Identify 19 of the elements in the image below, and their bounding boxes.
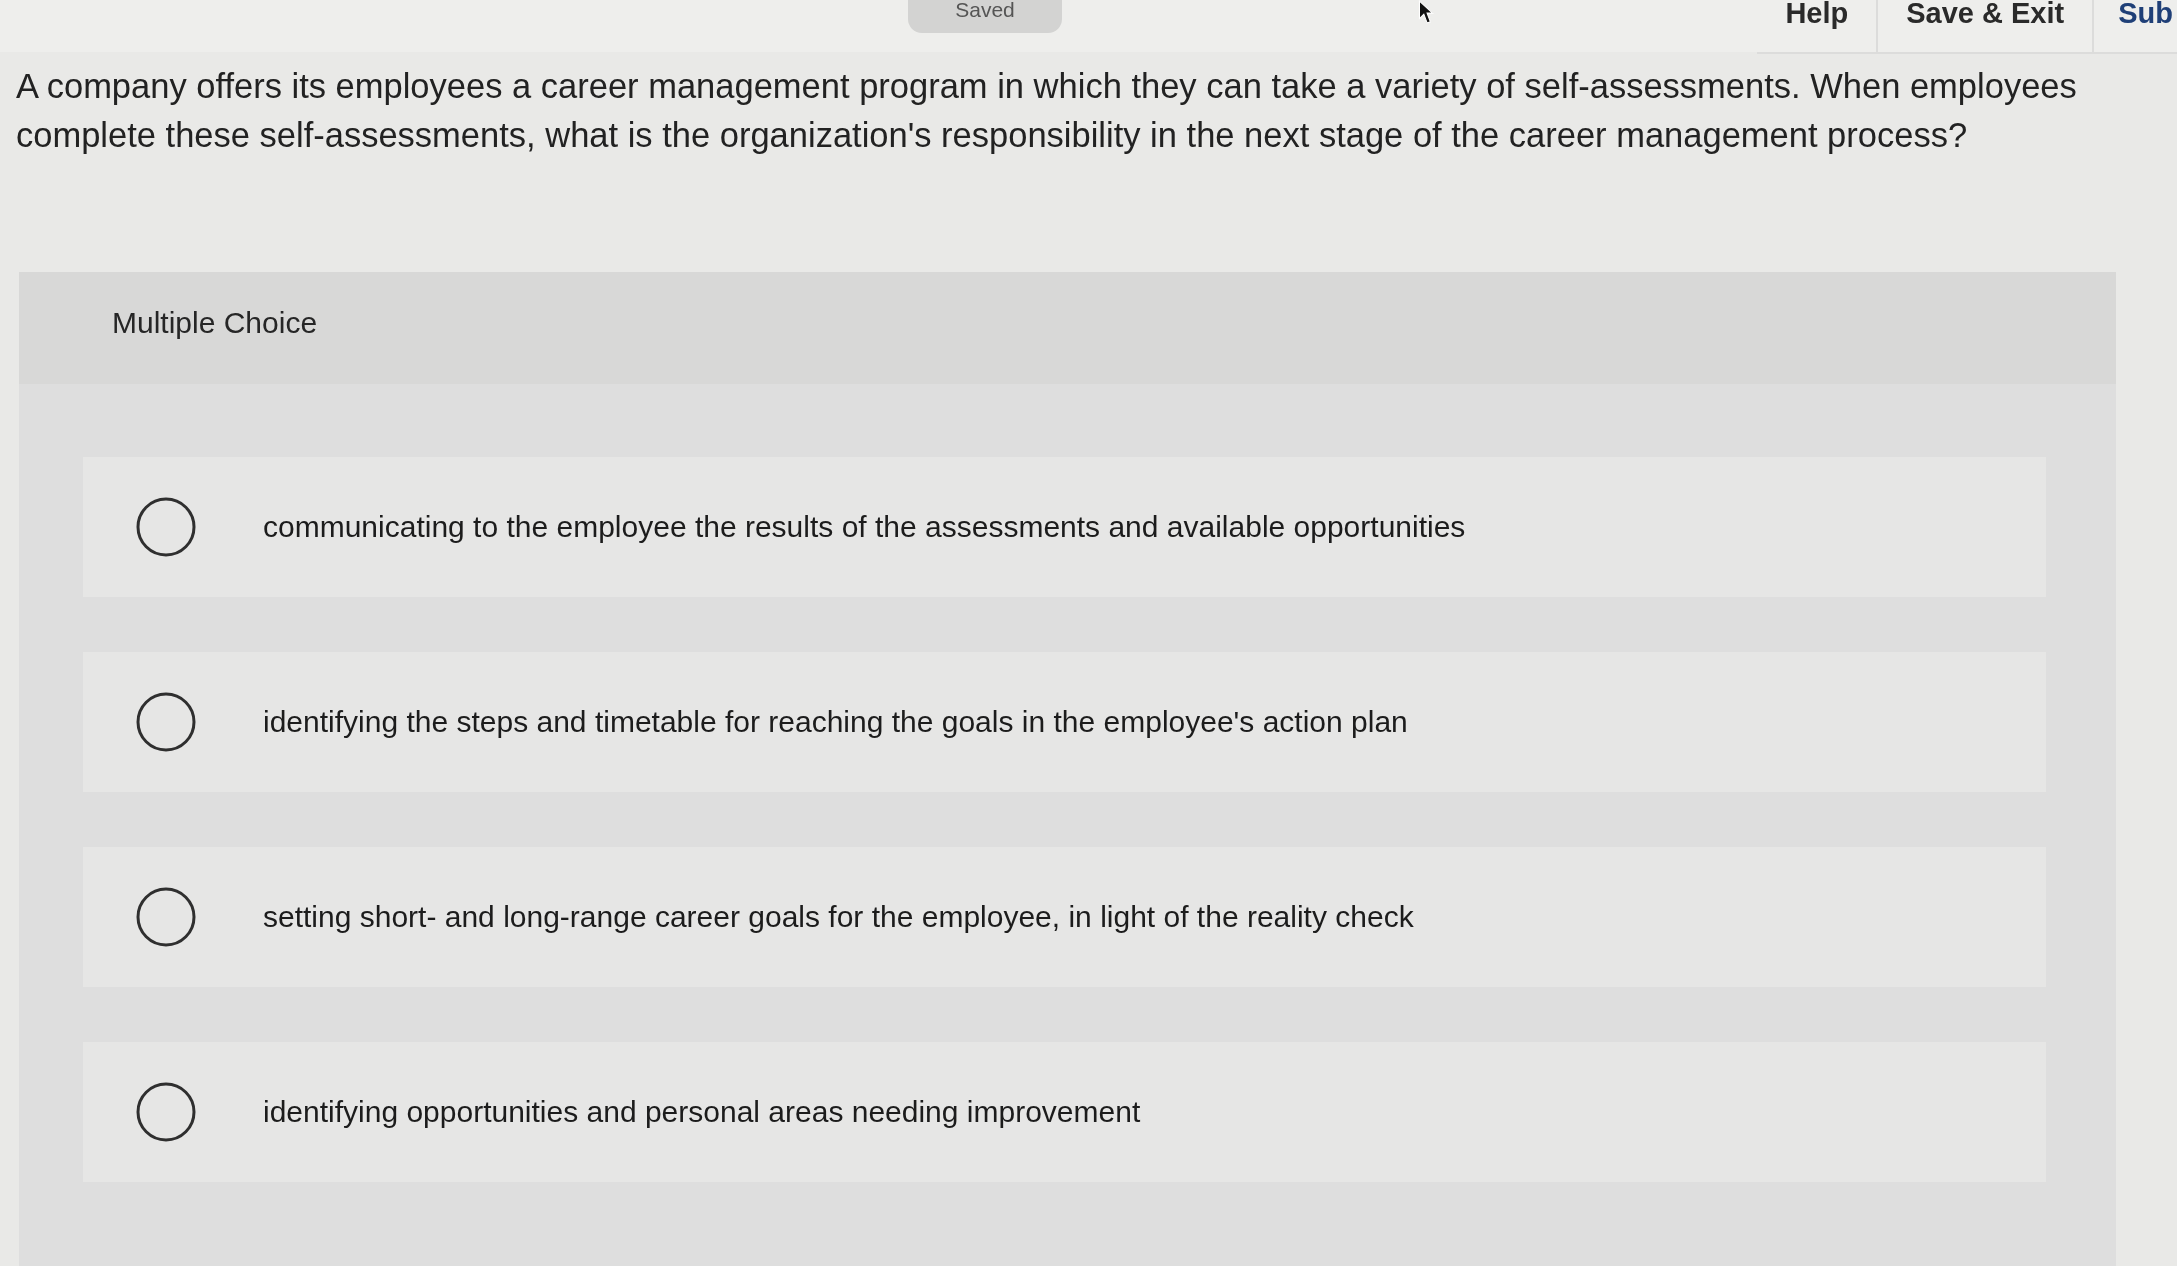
radio-button-icon[interactable] <box>136 692 196 752</box>
top-nav-link[interactable]: Save & Exit <box>1878 0 2095 52</box>
answer-option[interactable]: communicating to the employee the results of the assessments and available opportunities <box>83 457 2046 597</box>
radio-button-icon[interactable] <box>136 887 196 947</box>
answer-option[interactable]: identifying the steps and timetable for reaching the goals in the employee's action plan <box>83 652 2046 792</box>
question-type-label: Multiple Choice <box>112 306 318 340</box>
radio-button-icon[interactable] <box>136 497 196 557</box>
mouse-pointer-icon <box>1418 0 1434 24</box>
top-nav-link[interactable]: Help <box>1757 0 1879 52</box>
question-text: A company offers its employees a career management program in which they can take a variety of self-assessments. When employees complete these self-assessments, what is the organization's responsibility in the next stage of the career management process? <box>16 66 2078 156</box>
answer-option-text: communicating to the employee the results of the assessments and available opportunities <box>263 510 1466 544</box>
saved-status-badge: Saved <box>908 0 1062 33</box>
answer-option-text: setting short- and long-range career goals for the employee, in light of the reality check <box>263 900 1414 934</box>
radio-button-icon[interactable] <box>136 1082 196 1142</box>
answer-option[interactable]: identifying opportunities and personal areas needing improvement <box>83 1042 2046 1182</box>
answer-option-text: identifying the steps and timetable for reaching the goals in the employee's action plan <box>263 705 1408 739</box>
top-nav-link[interactable]: Sub <box>2094 0 2177 52</box>
answer-option-text: identifying opportunities and personal areas needing improvement <box>263 1095 1141 1129</box>
answer-option[interactable]: setting short- and long-range career goals for the employee, in light of the reality check <box>83 847 2046 987</box>
